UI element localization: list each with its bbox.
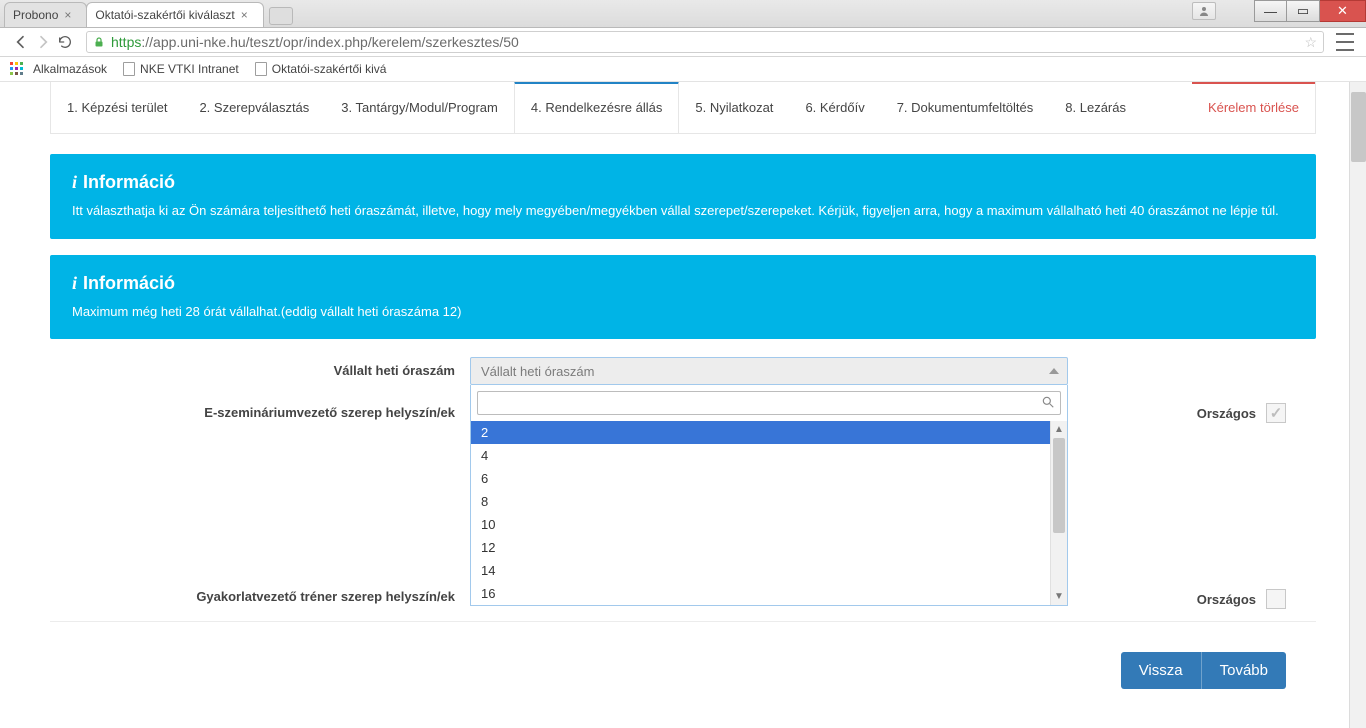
chevron-up-icon [1049, 368, 1059, 374]
hours-dropdown: 246810121416 ▲ ▼ [470, 385, 1068, 606]
scroll-up-icon[interactable]: ▲ [1051, 421, 1067, 438]
back-icon[interactable] [12, 33, 30, 51]
info-icon: i [72, 172, 77, 192]
divider [50, 621, 1316, 622]
form-buttons: Vissza Tovább [50, 652, 1316, 689]
apps-button[interactable]: Alkalmazások [10, 62, 107, 76]
wizard-step-6[interactable]: 6. Kérdőív [789, 82, 880, 133]
wizard-step-1[interactable]: 1. Képzési terület [51, 82, 183, 133]
info-body: Itt választhatja ki az Ön számára teljes… [72, 201, 1294, 221]
dropdown-option[interactable]: 4 [471, 444, 1050, 467]
countrywide-checkbox[interactable] [1266, 589, 1286, 609]
next-button[interactable]: Tovább [1201, 652, 1286, 689]
trainer-label: Gyakorlatvezető tréner szerep helyszín/e… [50, 585, 470, 604]
search-icon [1041, 395, 1055, 409]
close-icon[interactable]: × [64, 8, 78, 22]
apps-label: Alkalmazások [33, 62, 107, 76]
window-controls: — ▭ ✕ [1254, 0, 1366, 22]
page-scrollbar[interactable] [1349, 82, 1366, 728]
back-button[interactable]: Vissza [1121, 652, 1201, 689]
info-body: Maximum még heti 28 órát vállalhat.(eddi… [72, 302, 1294, 322]
wizard-steps: 1. Képzési terület2. Szerepválasztás3. T… [50, 82, 1316, 134]
wizard-step-4[interactable]: 4. Rendelkezésre állás [514, 82, 680, 133]
bookmarks-bar: Alkalmazások NKE VTKI Intranet Oktatói-s… [0, 57, 1366, 82]
info-title: iInformáció [72, 273, 1294, 294]
dropdown-option[interactable]: 8 [471, 490, 1050, 513]
wizard-step-8[interactable]: 8. Lezárás [1049, 82, 1142, 133]
form-area: Vállalt heti óraszám Vállalt heti óraszá… [50, 339, 1316, 689]
dropdown-option[interactable]: 12 [471, 536, 1050, 559]
hours-select[interactable]: Vállalt heti óraszám [470, 357, 1068, 385]
browser-tabstrip: Probono × Oktatói-szakértői kiválaszt × [0, 0, 293, 27]
esem-countrywide-group: Országos [1197, 399, 1316, 423]
countrywide-checkbox[interactable] [1266, 403, 1286, 423]
browser-titlebar: Probono × Oktatói-szakértői kiválaszt × … [0, 0, 1366, 28]
bookmark-label: Oktatói-szakértői kivá [272, 62, 387, 76]
trainer-countrywide-group: Országos [1197, 585, 1316, 609]
hamburger-menu-icon[interactable] [1336, 33, 1354, 51]
new-tab-button[interactable] [269, 7, 293, 25]
hours-select-value: Vállalt heti óraszám [481, 364, 594, 379]
info-icon: i [72, 273, 77, 293]
form-row-hours: Vállalt heti óraszám Vállalt heti óraszá… [50, 357, 1316, 385]
wizard-step-5[interactable]: 5. Nyilatkozat [679, 82, 789, 133]
dropdown-search-row [471, 385, 1067, 421]
page-content: 1. Képzési terület2. Szerepválasztás3. T… [50, 82, 1316, 728]
minimize-button[interactable]: — [1254, 0, 1287, 22]
url-path: ://app.uni-nke.hu/teszt/opr/index.php/ke… [141, 34, 518, 50]
dropdown-list: 246810121416 ▲ ▼ [471, 421, 1067, 605]
countrywide-label: Országos [1197, 406, 1256, 421]
browser-tab-label: Probono [13, 8, 58, 22]
page-viewport: 1. Képzési terület2. Szerepválasztás3. T… [0, 82, 1366, 728]
dropdown-option[interactable]: 16 [471, 582, 1050, 605]
info-box-2: iInformáció Maximum még heti 28 órát vál… [50, 255, 1316, 340]
bookmark-star-icon[interactable]: ☆ [1304, 34, 1317, 51]
info-title: iInformáció [72, 172, 1294, 193]
browser-tab-label: Oktatói-szakértői kiválaszt [95, 8, 234, 22]
dropdown-option[interactable]: 2 [471, 421, 1050, 444]
lock-icon [93, 35, 105, 49]
info-box-1: iInformáció Itt választhatja ki az Ön sz… [50, 154, 1316, 239]
browser-toolbar: https://app.uni-nke.hu/teszt/opr/index.p… [0, 28, 1366, 57]
bookmark-item[interactable]: Oktatói-szakértői kivá [255, 62, 387, 76]
browser-tab-active[interactable]: Oktatói-szakértői kiválaszt × [86, 2, 263, 27]
wizard-step-7[interactable]: 7. Dokumentumfeltöltés [881, 82, 1050, 133]
countrywide-label: Országos [1197, 592, 1256, 607]
dropdown-option[interactable]: 6 [471, 467, 1050, 490]
address-bar[interactable]: https://app.uni-nke.hu/teszt/opr/index.p… [86, 31, 1324, 53]
file-icon [123, 62, 135, 76]
hours-label: Vállalt heti óraszám [50, 357, 470, 378]
wizard-step-2[interactable]: 2. Szerepválasztás [183, 82, 325, 133]
bookmark-item[interactable]: NKE VTKI Intranet [123, 62, 239, 76]
url-scheme: https [111, 34, 141, 50]
scroll-down-icon[interactable]: ▼ [1051, 588, 1067, 605]
browser-tab-inactive[interactable]: Probono × [4, 2, 87, 27]
profile-icon[interactable] [1192, 2, 1216, 20]
wizard-step-3[interactable]: 3. Tantárgy/Modul/Program [325, 82, 514, 133]
dropdown-search-input[interactable] [477, 391, 1061, 415]
close-button[interactable]: ✕ [1320, 0, 1366, 22]
reload-icon[interactable] [56, 33, 74, 51]
file-icon [255, 62, 267, 76]
dropdown-scrollbar[interactable]: ▲ ▼ [1050, 421, 1067, 605]
dropdown-option[interactable]: 14 [471, 559, 1050, 582]
close-icon[interactable]: × [241, 8, 255, 22]
wizard-delete-request[interactable]: Kérelem törlése [1192, 82, 1315, 133]
bookmark-label: NKE VTKI Intranet [140, 62, 239, 76]
maximize-button[interactable]: ▭ [1287, 0, 1320, 22]
forward-icon[interactable] [34, 33, 52, 51]
apps-icon [10, 62, 24, 76]
esem-label: E-szemináriumvezető szerep helyszín/ek [50, 399, 470, 420]
hours-combo: Vállalt heti óraszám 246810121416 [470, 357, 1068, 385]
dropdown-option[interactable]: 10 [471, 513, 1050, 536]
